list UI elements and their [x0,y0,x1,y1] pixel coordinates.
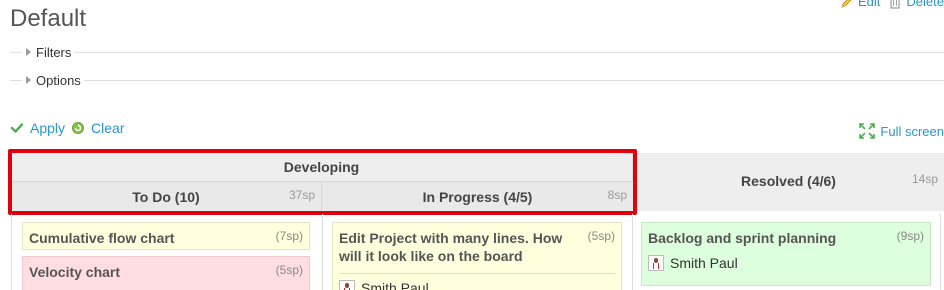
card-story-points: (7sp) [275,229,303,243]
column-header-resolved: Resolved (4/6) 14sp [633,153,944,211]
query-buttons: Apply Clear [10,120,125,136]
fullscreen-icon [859,123,876,139]
column-name: Resolved (4/6) [741,173,836,189]
apply-label: Apply [30,120,66,136]
column-story-points: 8sp [607,188,627,202]
column-name: To Do (10) [132,189,200,205]
fullscreen-link[interactable]: Full screen [859,123,944,139]
card-assignee: Smith Paul [339,273,615,290]
divider [83,79,944,81]
clear-button[interactable]: Clear [71,120,125,136]
options-fieldset: Options [10,73,944,88]
issue-card[interactable]: Cumulative flow chart (7sp) [22,222,310,250]
board-header: Developing To Do (10) 37sp In Progress (… [11,153,944,211]
clear-label: Clear [91,120,125,136]
card-title: Cumulative flow chart [29,230,175,246]
card-story-points: (5sp) [587,229,615,243]
divider [10,51,22,53]
column-body-todo: Cumulative flow chart (7sp) Velocity cha… [11,214,322,290]
collapsed-arrow-icon [26,76,31,84]
edit-link[interactable]: Edit [840,0,880,9]
user-avatar-icon [339,280,355,290]
column-body-resolved: Backlog and sprint planning (9sp) Smith … [633,214,941,290]
card-story-points: (9sp) [896,229,924,243]
collapsed-arrow-icon [26,48,31,56]
issue-card[interactable]: Velocity chart (5sp) [22,256,310,290]
card-title: Edit Project with many lines. How will i… [339,230,563,264]
pencil-icon [841,0,852,8]
reload-icon [72,122,84,134]
filters-fieldset: Filters [10,45,944,60]
column-story-points: 14sp [911,172,938,186]
edit-label: Edit [858,0,881,9]
context-actions: Edit Delete [840,0,944,9]
card-title: Backlog and sprint planning [648,230,837,246]
card-assignee: Smith Paul [648,249,924,271]
filters-toggle[interactable]: Filters [22,45,74,60]
delete-label: Delete [906,0,944,9]
delete-link[interactable]: Delete [888,0,944,9]
status-group-header: Developing To Do (10) 37sp In Progress (… [11,153,633,211]
issue-card[interactable]: Backlog and sprint planning (9sp) Smith … [641,222,931,286]
assignee-name[interactable]: Smith Paul [361,280,429,290]
column-name: In Progress (4/5) [422,189,533,205]
options-toggle[interactable]: Options [22,73,84,88]
group-title: Developing [283,159,360,175]
assignee-name[interactable]: Smith Paul [670,255,738,271]
issue-card[interactable]: Edit Project with many lines. How will i… [332,222,622,290]
trash-icon [890,0,900,8]
card-title: Velocity chart [29,264,121,280]
column-body-in-progress: Edit Project with many lines. How will i… [322,214,633,290]
options-legend: Options [36,72,81,88]
column-header-todo: To Do (10) 37sp [11,181,322,211]
column-story-points: 37sp [288,188,315,202]
column-header-in-progress: In Progress (4/5) 8sp [322,181,633,211]
user-avatar-icon [648,255,664,271]
divider [10,79,22,81]
checkmark-icon [10,123,24,133]
card-story-points: (5sp) [275,263,303,277]
apply-button[interactable]: Apply [10,120,65,136]
divider [74,51,944,53]
fullscreen-label: Full screen [880,123,944,139]
filters-legend: Filters [36,44,72,60]
page-title: Default [10,5,87,32]
